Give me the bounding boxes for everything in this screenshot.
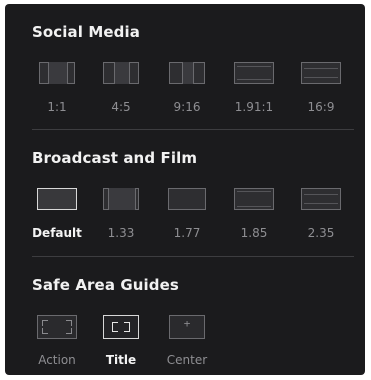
action-guide-icon bbox=[37, 315, 77, 339]
center-guide-icon: + bbox=[169, 315, 205, 339]
broadcast-2-35-label: 2.35 bbox=[307, 226, 335, 240]
broadcast-1-77-label: 1.77 bbox=[173, 226, 201, 240]
safe-title-option[interactable]: Title bbox=[89, 315, 153, 375]
ratio-16-9-icon bbox=[301, 62, 341, 84]
safe-title-label: Title bbox=[105, 353, 137, 367]
broadcast-film-heading: Broadcast and Film bbox=[32, 149, 198, 167]
ratio-4-5-option[interactable]: 4:5 bbox=[89, 62, 153, 122]
broadcast-1-77-option[interactable]: 1.77 bbox=[155, 188, 219, 248]
safe-action-option[interactable]: Action bbox=[25, 315, 89, 375]
ratio-1-1-label: 1:1 bbox=[47, 100, 67, 114]
ratio-9-16-icon bbox=[169, 62, 205, 84]
safe-area-heading: Safe Area Guides bbox=[32, 276, 179, 294]
section-divider bbox=[32, 129, 354, 130]
broadcast-1-33-icon bbox=[103, 188, 139, 210]
safe-center-option[interactable]: + Center bbox=[155, 315, 219, 375]
broadcast-default-label: Default bbox=[32, 226, 82, 240]
title-guide-icon bbox=[103, 315, 139, 339]
plus-icon: + bbox=[183, 317, 191, 330]
social-media-heading: Social Media bbox=[32, 23, 140, 41]
ratio-16-9-label: 16:9 bbox=[307, 100, 335, 114]
broadcast-default-icon bbox=[37, 188, 77, 210]
ratio-1-91-1-option[interactable]: 1.91:1 bbox=[222, 62, 286, 122]
ratio-9-16-label: 9:16 bbox=[173, 100, 201, 114]
broadcast-1-77-icon bbox=[168, 188, 206, 210]
broadcast-1-85-label: 1.85 bbox=[240, 226, 268, 240]
broadcast-1-33-option[interactable]: 1.33 bbox=[89, 188, 153, 248]
safe-center-label: Center bbox=[166, 353, 208, 367]
broadcast-1-85-option[interactable]: 1.85 bbox=[222, 188, 286, 248]
ratio-9-16-option[interactable]: 9:16 bbox=[155, 62, 219, 122]
ratio-1-91-1-label: 1.91:1 bbox=[234, 100, 274, 114]
ratio-4-5-label: 4:5 bbox=[111, 100, 131, 114]
broadcast-default-option[interactable]: Default bbox=[25, 188, 89, 248]
broadcast-1-85-icon bbox=[234, 188, 274, 210]
ratio-1-91-1-icon bbox=[234, 62, 274, 84]
ratio-4-5-icon bbox=[103, 62, 139, 84]
section-divider bbox=[32, 256, 354, 257]
safe-action-label: Action bbox=[38, 353, 76, 367]
ratio-16-9-option[interactable]: 16:9 bbox=[289, 62, 353, 122]
aspect-ratio-panel: Social Media 1:1 4:5 9:16 1.91:1 16:9 Br… bbox=[5, 4, 365, 375]
broadcast-2-35-icon bbox=[301, 188, 341, 210]
broadcast-1-33-label: 1.33 bbox=[107, 226, 135, 240]
ratio-1-1-option[interactable]: 1:1 bbox=[25, 62, 89, 122]
ratio-1-1-icon bbox=[39, 62, 75, 84]
broadcast-2-35-option[interactable]: 2.35 bbox=[289, 188, 353, 248]
